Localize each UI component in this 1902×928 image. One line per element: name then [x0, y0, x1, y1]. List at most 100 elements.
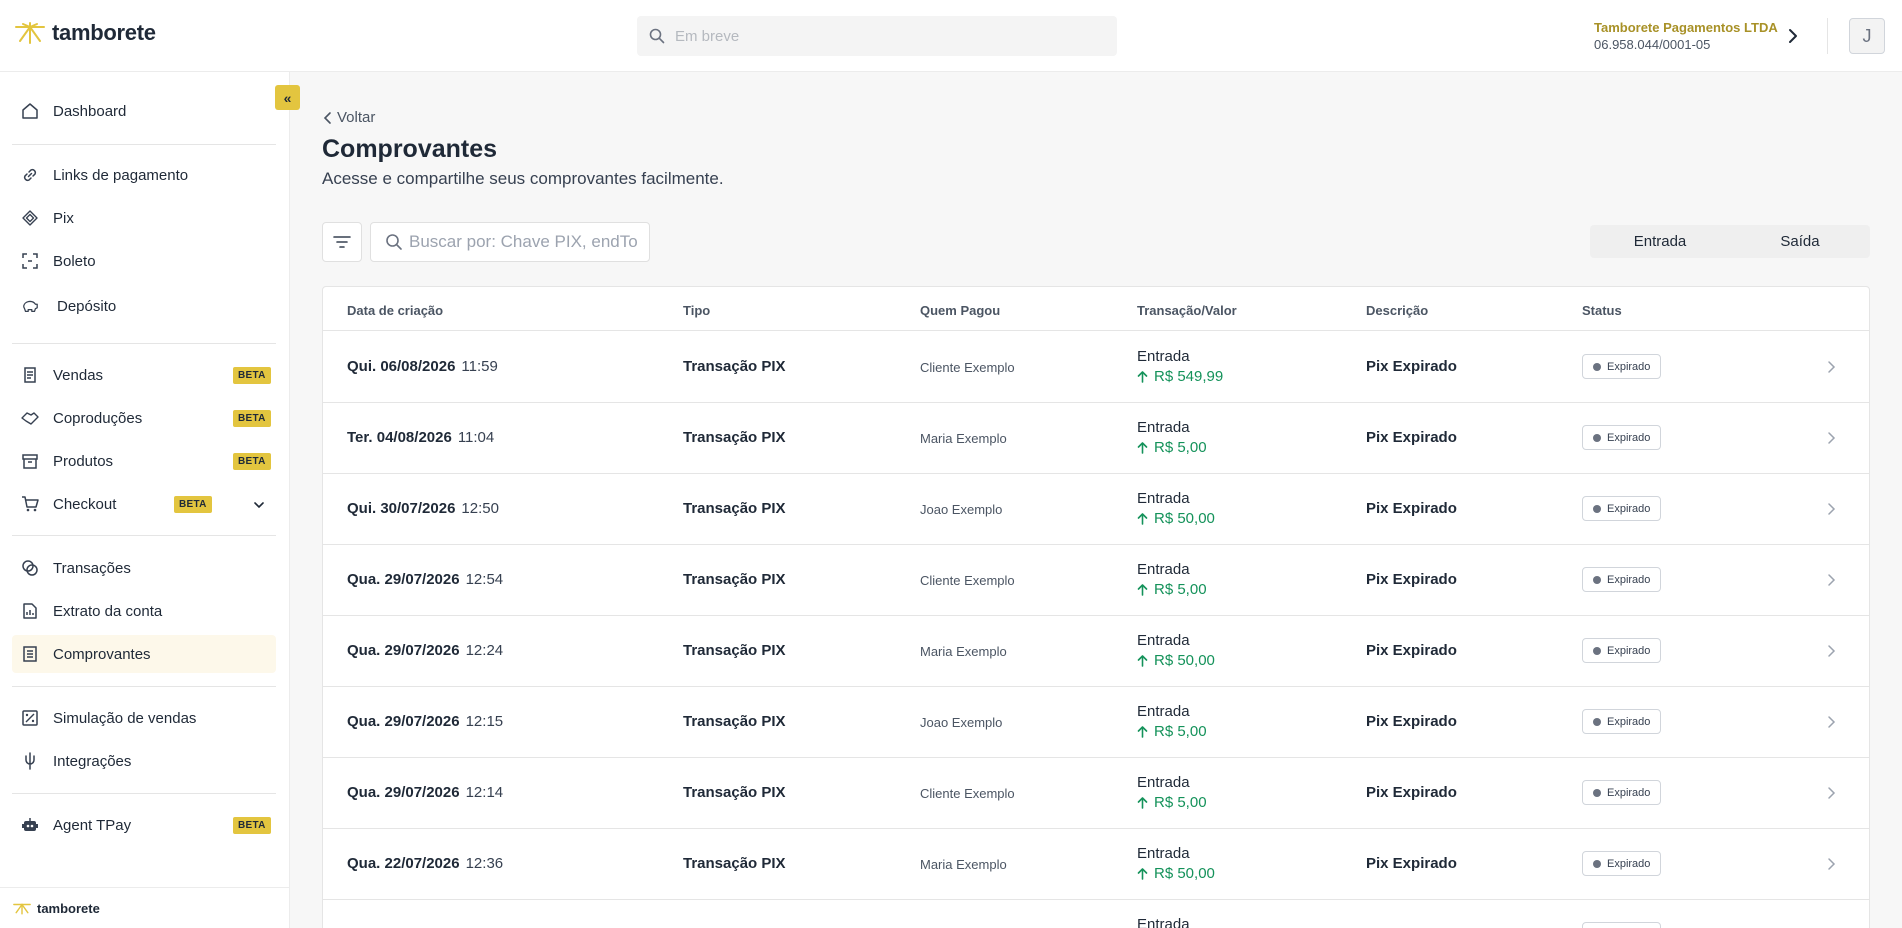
table-row[interactable]: Ter. 04/08/2026 11:04 Transação PIX Maria…	[323, 403, 1869, 474]
description-cell: Pix Expirado	[1366, 500, 1457, 517]
sidebar-item-label: Comprovantes	[53, 645, 151, 663]
table-row[interactable]: Qua. 29/07/2026 12:14 Transação PIX Clien…	[323, 758, 1869, 829]
segment-entrada[interactable]: Entrada	[1590, 225, 1730, 258]
chevron-left-icon	[323, 111, 331, 124]
sidebar-item-extrato[interactable]: Extrato da conta	[12, 592, 276, 630]
global-search[interactable]	[637, 16, 1117, 56]
footer-brand-name: tamborete	[37, 900, 100, 916]
sidebar-item-agent-tpay[interactable]: Agent TPay BETA	[12, 806, 276, 844]
created-time: 11:59	[461, 358, 498, 375]
column-header[interactable]: Tipo	[683, 303, 710, 318]
arrow-up-icon	[1137, 655, 1148, 667]
sidebar-item-checkout[interactable]: Checkout BETA	[12, 485, 276, 523]
table-row[interactable]: Ter. 21/07/202620:16 Transação PIX Joao …	[323, 900, 1869, 928]
search-icon	[386, 234, 402, 250]
value-amount: R$ 5,00	[1154, 723, 1207, 740]
status-badge: Expirado	[1582, 567, 1662, 592]
chevron-down-icon[interactable]	[253, 498, 265, 516]
global-search-input[interactable]	[675, 27, 1075, 45]
transaction-value: R$ 5,00	[1137, 438, 1207, 458]
sidebar-divider	[12, 144, 276, 145]
column-header[interactable]: Data de criação	[347, 303, 443, 318]
table-row[interactable]: Qua. 22/07/2026 12:36 Transação PIX Maria…	[323, 829, 1869, 900]
company-selector[interactable]: Tamborete Pagamentos LTDA 06.958.044/000…	[1594, 19, 1778, 53]
receipt-search-input[interactable]	[409, 232, 639, 252]
table-row[interactable]: Qui. 06/08/2026 11:59 Transação PIX Clien…	[323, 332, 1869, 403]
chevron-right-icon[interactable]	[1823, 569, 1839, 591]
created-date-cell: Ter. 04/08/2026 11:04	[347, 429, 494, 446]
box-icon	[21, 452, 39, 470]
status-badge: Expirado	[1582, 496, 1662, 521]
type-cell: Transação PIX	[683, 358, 786, 375]
filter-button[interactable]	[322, 222, 362, 262]
chevron-right-icon[interactable]	[1823, 640, 1839, 662]
transaction-type: Entrada	[1137, 916, 1190, 928]
chevron-right-icon[interactable]	[1823, 924, 1839, 928]
table-row[interactable]: Qua. 29/07/2026 12:54 Transação PIX Clien…	[323, 545, 1869, 616]
chevron-right-icon[interactable]	[1823, 853, 1839, 875]
segment-saida[interactable]: Saída	[1730, 225, 1870, 258]
created-date: Qui. 06/08/2026	[347, 358, 456, 375]
user-avatar[interactable]: J	[1849, 18, 1885, 54]
type-cell: Transação PIX	[683, 642, 786, 659]
chevron-right-icon[interactable]	[1823, 356, 1839, 378]
receipt-search[interactable]	[370, 222, 650, 262]
table-row[interactable]: Qua. 29/07/2026 12:24 Transação PIX Maria…	[323, 616, 1869, 687]
sidebar-item-transacoes[interactable]: Transações	[12, 549, 276, 587]
chevron-right-icon[interactable]	[1823, 782, 1839, 804]
sidebar-item-comprovantes[interactable]: Comprovantes	[12, 635, 276, 673]
sidebar-item-coproducoes[interactable]: Coproduções BETA	[12, 399, 276, 437]
sidebar-item-label: Checkout	[53, 495, 117, 513]
transaction-type: Entrada	[1137, 419, 1190, 436]
status-badge: Expirado	[1582, 425, 1662, 450]
arrow-up-icon	[1137, 371, 1148, 383]
sidebar-item-boleto[interactable]: Boleto	[12, 242, 276, 280]
sidebar-item-simulacao[interactable]: Simulação de vendas	[12, 699, 276, 737]
sidebar-item-vendas[interactable]: Vendas BETA	[12, 356, 276, 394]
transaction-type: Entrada	[1137, 632, 1190, 649]
statement-icon	[21, 602, 39, 620]
transaction-cell: Entrada R$ 5,00	[1137, 418, 1207, 458]
sidebar-item-produtos[interactable]: Produtos BETA	[12, 442, 276, 480]
coins-icon	[21, 559, 39, 577]
column-header[interactable]: Quem Pagou	[920, 303, 1000, 318]
brand-logo[interactable]: tamborete	[14, 20, 156, 46]
chevron-right-icon[interactable]	[1823, 498, 1839, 520]
column-header[interactable]: Status	[1582, 303, 1622, 318]
transaction-value: R$ 549,99	[1137, 367, 1223, 387]
status-dot	[1593, 788, 1601, 797]
status-dot	[1593, 362, 1601, 371]
sidebar-item-pix[interactable]: Pix	[12, 199, 276, 237]
value-amount: R$ 5,00	[1154, 581, 1207, 598]
sidebar-item-payment-links[interactable]: Links de pagamento	[12, 156, 276, 194]
company-chevron-icon[interactable]	[1782, 24, 1804, 48]
sidebar-item-integracoes[interactable]: Integrações	[12, 742, 276, 780]
collapse-sidebar-button[interactable]: «	[275, 85, 300, 110]
description-cell: Pix Expirado	[1366, 784, 1457, 801]
transaction-value: R$ 5,00	[1137, 793, 1207, 813]
sidebar-item-dashboard[interactable]: Dashboard	[12, 92, 276, 130]
brand-name: tamborete	[52, 20, 156, 45]
status-badge: Expirado	[1582, 851, 1662, 876]
column-header[interactable]: Transação/Valor	[1137, 303, 1237, 318]
sidebar: Dashboard Links de pagamento Pix Boleto …	[0, 72, 290, 928]
type-cell: Transação PIX	[683, 855, 786, 872]
chevron-right-icon[interactable]	[1823, 711, 1839, 733]
created-time: 12:24	[465, 642, 504, 659]
status-dot	[1593, 504, 1601, 513]
back-link[interactable]: Voltar	[323, 109, 375, 126]
sidebar-item-deposito[interactable]: Depósito	[12, 287, 276, 325]
sidebar-item-label: Dashboard	[53, 102, 127, 120]
table-row[interactable]: Qua. 29/07/2026 12:15 Transação PIX Joao …	[323, 687, 1869, 758]
cart-icon	[21, 495, 39, 513]
created-date-cell: Qua. 29/07/2026 12:14	[347, 784, 503, 801]
table-row[interactable]: Qui. 30/07/2026 12:50 Transação PIX Joao …	[323, 474, 1869, 545]
payer-cell: Maria Exemplo	[920, 644, 1007, 659]
column-header[interactable]: Descrição	[1366, 303, 1428, 318]
created-date-cell: Qua. 29/07/2026 12:54	[347, 571, 503, 588]
sidebar-item-label: Produtos	[53, 452, 114, 470]
chevron-right-icon[interactable]	[1823, 427, 1839, 449]
created-date: Qua. 29/07/2026	[347, 571, 460, 588]
transaction-value: R$ 5,00	[1137, 722, 1207, 742]
tamborete-logo-icon	[13, 903, 31, 915]
